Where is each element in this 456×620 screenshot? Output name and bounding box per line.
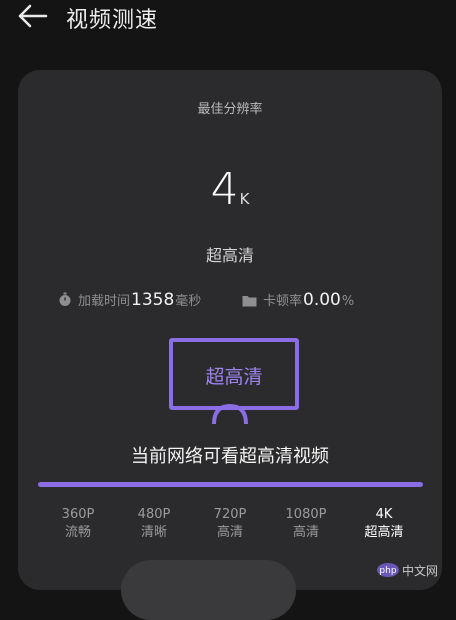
level-360p: 360P 流畅 <box>38 506 118 542</box>
stutter-rate-stat: 卡顿率 0.00 % <box>242 290 354 310</box>
load-time-unit: 毫秒 <box>175 294 202 309</box>
load-time-value: 1358 <box>131 290 175 310</box>
level-name: 高清 <box>216 525 243 540</box>
quality-levels: 360P 流畅 480P 清晰 720P 高清 1080P 高清 4K 超高清 <box>38 506 428 546</box>
network-message: 当前网络可看超高清视频 <box>131 446 329 467</box>
level-res: 4K <box>375 507 393 522</box>
level-name: 高清 <box>292 525 319 540</box>
monitor-illustration: 超高清 <box>169 338 299 410</box>
resolution-display: 4K <box>18 164 442 215</box>
level-1080p: 1080P 高清 <box>266 506 346 542</box>
svg-text:中文网: 中文网 <box>402 563 438 578</box>
level-name: 清晰 <box>140 525 167 540</box>
monitor-label: 超高清 <box>205 366 263 388</box>
stopwatch-icon <box>59 292 71 306</box>
folder-icon <box>242 296 257 307</box>
quality-progress-bar <box>38 482 423 487</box>
stutter-rate-unit: % <box>341 294 355 309</box>
stutter-rate-value: 0.00 <box>303 290 341 310</box>
level-res: 360P <box>61 507 95 522</box>
stutter-rate-label: 卡顿率 <box>263 294 303 309</box>
level-name: 超高清 <box>364 525 404 540</box>
level-res: 1080P <box>285 507 327 522</box>
quality-label: 超高清 <box>205 246 254 265</box>
level-name: 流畅 <box>64 525 91 540</box>
level-480p: 480P 清晰 <box>114 506 194 542</box>
best-resolution-label: 最佳分辨率 <box>197 102 263 117</box>
level-res: 720P <box>213 507 247 522</box>
level-4k: 4K 超高清 <box>344 506 424 542</box>
resolution-unit: K <box>239 190 250 208</box>
load-time-stat: 加载时间 1358 毫秒 <box>58 290 201 310</box>
resolution-value: 4 <box>210 164 239 215</box>
monitor-stand-icon <box>212 404 248 424</box>
level-720p: 720P 高清 <box>190 506 270 542</box>
load-time-label: 加载时间 <box>78 294 131 309</box>
site-watermark: php 中文网 <box>377 563 438 578</box>
level-res: 480P <box>137 507 171 522</box>
page-title: 视频测速 <box>66 8 159 33</box>
svg-text:php: php <box>379 566 396 576</box>
retest-button[interactable] <box>121 560 296 620</box>
header: 视频测速 <box>0 0 456 40</box>
result-card: 最佳分辨率 4K 超高清 加载时间 1358 毫秒 卡顿率 0.00 % 超高清… <box>18 70 442 620</box>
back-arrow-icon[interactable] <box>16 2 50 30</box>
